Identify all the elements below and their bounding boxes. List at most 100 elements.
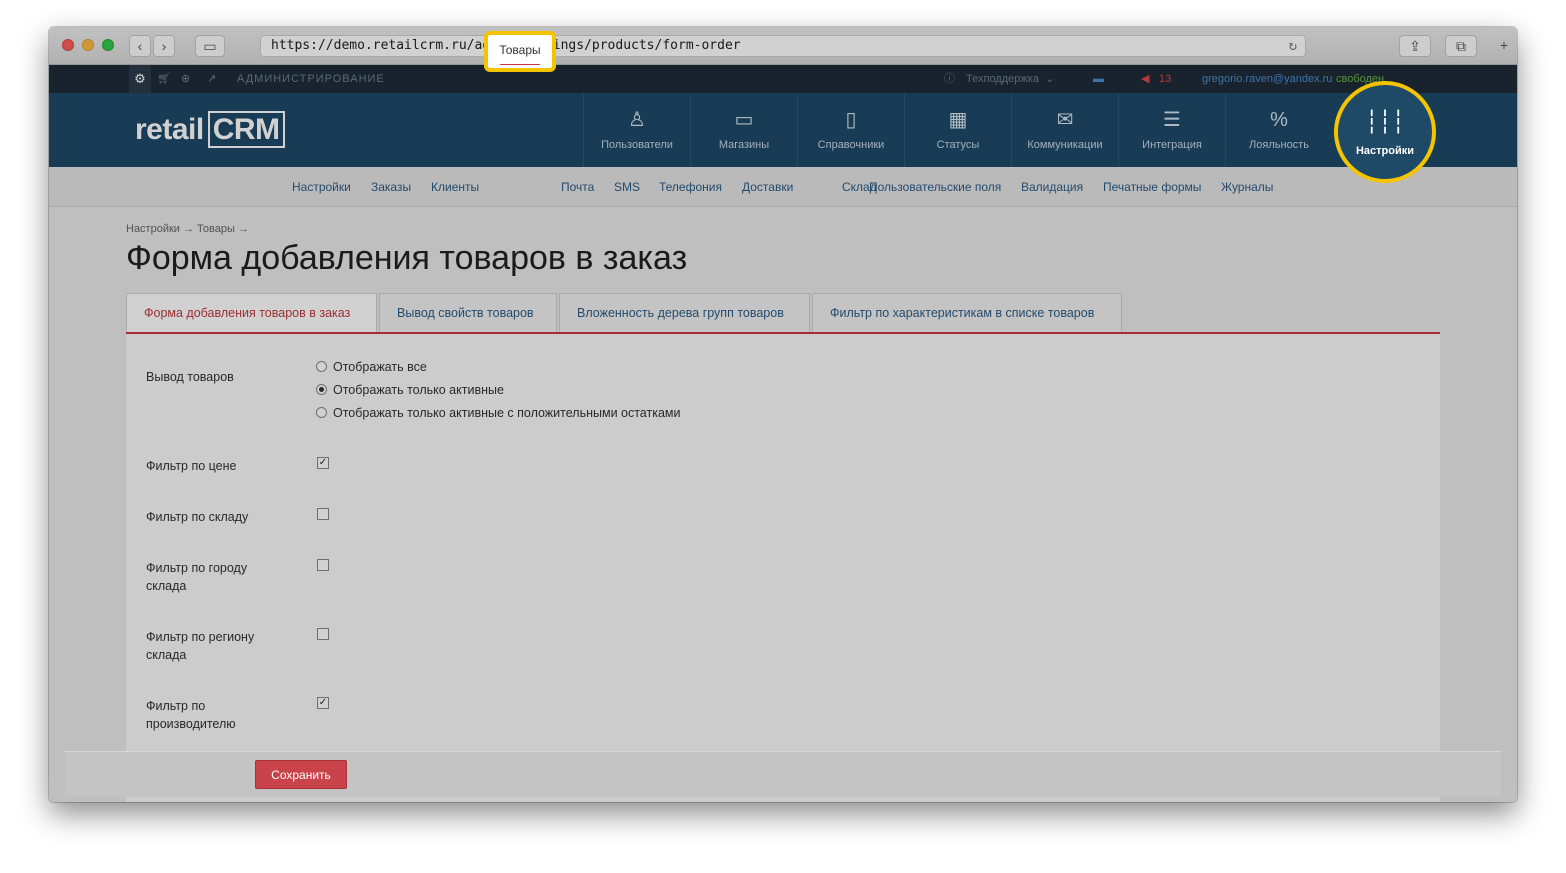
tabs-icon: ⧉ bbox=[1456, 38, 1466, 54]
share-icon: ⇪ bbox=[1409, 38, 1421, 54]
filter-warehouse-checkbox[interactable] bbox=[317, 508, 329, 520]
active-underline bbox=[500, 64, 540, 65]
forward-button[interactable]: › bbox=[153, 35, 175, 57]
filter-region-label: Фильтр по региону склада bbox=[146, 630, 255, 662]
page-content: Настройки → Товары → Форма добавления то… bbox=[49, 207, 1517, 802]
nav-label: Интеграция bbox=[1142, 139, 1202, 151]
nav-item-integration[interactable]: ☰ Интеграция bbox=[1118, 93, 1225, 167]
chevron-right-icon: › bbox=[161, 38, 167, 54]
chat-icon[interactable]: ▬ bbox=[1093, 65, 1104, 93]
radio-button[interactable] bbox=[316, 407, 327, 419]
lines-icon: ☰ bbox=[1163, 109, 1181, 131]
document-icon: ▯ bbox=[845, 109, 857, 131]
subnav-item-clients[interactable]: Клиенты bbox=[431, 180, 479, 194]
integration-icon[interactable]: ⊕ bbox=[181, 65, 190, 93]
nav-label: Магазины bbox=[718, 139, 770, 151]
subnav-item-products-label: Товары bbox=[499, 43, 541, 57]
grid-icon: ▦ bbox=[948, 109, 968, 131]
logo-crm: CRM bbox=[207, 111, 285, 148]
share-button[interactable]: ⇪ bbox=[1399, 35, 1431, 57]
save-button[interactable]: Сохранить bbox=[255, 760, 347, 789]
sidebar-icon: ▭ bbox=[203, 38, 217, 54]
radio-option-active[interactable]: Отображать только активные bbox=[316, 383, 504, 397]
admin-strip: ⚙ 🛒︎ ⊕ ↗ АДМИНИСТРИРОВАНИЕ ⓘ Техподдержк… bbox=[49, 65, 1517, 93]
subnav-item-print-forms[interactable]: Печатные формы bbox=[1103, 180, 1201, 194]
logo-text: retail bbox=[135, 113, 204, 146]
subnav-item-deliveries[interactable]: Доставки bbox=[742, 180, 793, 194]
tab-form-order[interactable]: Форма добавления товаров в заказ bbox=[126, 293, 377, 332]
page-title: Форма добавления товаров в заказ bbox=[126, 239, 688, 277]
subnav-item-telephony[interactable]: Телефония bbox=[659, 180, 722, 194]
subnav-item-mail[interactable]: Почта bbox=[561, 180, 594, 194]
filter-city-label: Фильтр по городу склада bbox=[146, 561, 248, 593]
radio-button-selected[interactable] bbox=[316, 384, 327, 396]
nav-item-communications[interactable]: ✉ Коммуникации bbox=[1011, 93, 1118, 167]
subnav-item-logs[interactable]: Журналы bbox=[1221, 180, 1273, 194]
subnav-item-orders[interactable]: Заказы bbox=[371, 180, 411, 194]
percent-icon: % bbox=[1270, 109, 1288, 131]
subnav-item-custom-fields[interactable]: Пользовательские поля bbox=[869, 180, 1001, 194]
subnav-item-sms[interactable]: SMS bbox=[614, 180, 640, 194]
subnav-item-settings[interactable]: Настройки bbox=[292, 180, 351, 194]
nav-item-users[interactable]: ♙ Пользователи bbox=[583, 93, 690, 167]
main-header: retail CRM ♙ Пользователи ▭ Магазины ▯ Сп… bbox=[49, 93, 1517, 167]
radio-label: Отображать только активные bbox=[333, 383, 504, 397]
form-panel: Вывод товаров Отображать все Отображать … bbox=[126, 334, 1440, 802]
subnav-item-products[interactable]: Товары bbox=[484, 31, 556, 72]
filter-manufacturer-checkbox[interactable]: ✓ bbox=[317, 697, 329, 709]
minimize-window-button[interactable] bbox=[82, 39, 94, 51]
radio-option-all[interactable]: Отображать все bbox=[316, 360, 427, 374]
tab-group-tree[interactable]: Вложенность дерева групп товаров bbox=[559, 293, 810, 332]
tabs-overview-button[interactable]: ⧉ bbox=[1445, 35, 1477, 57]
user-email[interactable]: gregorio.raven@yandex.ru bbox=[1202, 65, 1332, 93]
back-button[interactable]: ‹ bbox=[129, 35, 151, 57]
tab-product-properties[interactable]: Вывод свойств товаров bbox=[379, 293, 557, 332]
tab-characteristics-filter[interactable]: Фильтр по характеристикам в списке товар… bbox=[812, 293, 1122, 332]
radio-button[interactable] bbox=[316, 361, 327, 373]
nav-label: Настройки bbox=[1355, 145, 1415, 157]
breadcrumb[interactable]: Настройки → Товары → bbox=[126, 223, 249, 235]
zoom-window-button[interactable] bbox=[102, 39, 114, 51]
nav-item-settings[interactable]: ┆┆┆ Настройки bbox=[1334, 81, 1436, 183]
filter-price-label: Фильтр по цене bbox=[146, 459, 237, 473]
footer-bar: Сохранить bbox=[65, 751, 1501, 797]
chevron-down-icon[interactable]: ⌄ bbox=[1045, 65, 1054, 93]
sliders-icon: ┆┆┆ bbox=[1365, 109, 1405, 134]
filter-warehouse-label: Фильтр по складу bbox=[146, 510, 249, 524]
nav-item-loyalty[interactable]: % Лояльность bbox=[1225, 93, 1332, 167]
gear-icon[interactable]: ⚙ bbox=[129, 65, 151, 93]
user-icon: ♙ bbox=[628, 109, 646, 131]
analytics-icon[interactable]: ↗ bbox=[207, 65, 216, 93]
store-icon: ▭ bbox=[734, 109, 754, 131]
mail-icon: ✉ bbox=[1056, 109, 1074, 131]
help-icon: ⓘ bbox=[944, 73, 955, 85]
sidebar-button[interactable]: ▭ bbox=[195, 35, 225, 57]
new-tab-button[interactable]: + bbox=[1493, 35, 1515, 57]
filter-manufacturer-label: Фильтр по производителю bbox=[146, 699, 236, 731]
browser-window: ‹ › ▭ https://demo.retailcrm.ru/admin/se… bbox=[49, 27, 1517, 802]
cart-icon[interactable]: 🛒︎ bbox=[157, 65, 171, 93]
nav-item-statuses[interactable]: ▦ Статусы bbox=[904, 93, 1011, 167]
browser-toolbar: ‹ › ▭ https://demo.retailcrm.ru/admin/se… bbox=[49, 27, 1517, 65]
nav-label: Лояльность bbox=[1249, 139, 1309, 151]
filter-price-checkbox[interactable]: ✓ bbox=[317, 457, 329, 469]
logo[interactable]: retail CRM bbox=[135, 111, 285, 148]
nav-label: Справочники bbox=[817, 139, 885, 151]
notifications-count[interactable]: 13 bbox=[1159, 65, 1171, 93]
nav-label: Пользователи bbox=[601, 139, 673, 151]
nav-label: Коммуникации bbox=[1027, 139, 1103, 151]
address-bar[interactable]: https://demo.retailcrm.ru/admin/settings… bbox=[260, 35, 1306, 57]
radio-option-active-stock[interactable]: Отображать только активные с положительн… bbox=[316, 406, 680, 420]
reload-icon[interactable]: ↻ bbox=[1289, 36, 1297, 56]
nav-item-references[interactable]: ▯ Справочники bbox=[797, 93, 904, 167]
nav-item-stores[interactable]: ▭ Магазины bbox=[690, 93, 797, 167]
settings-subnav: Настройки Заказы Клиенты Почта SMS Телеф… bbox=[49, 167, 1517, 207]
plus-icon: + bbox=[1499, 37, 1509, 53]
filter-city-checkbox[interactable] bbox=[317, 559, 329, 571]
subnav-item-validation[interactable]: Валидация bbox=[1021, 180, 1083, 194]
filter-region-checkbox[interactable] bbox=[317, 628, 329, 640]
megaphone-icon[interactable]: ◀ bbox=[1141, 65, 1149, 93]
support-link[interactable]: Техподдержка bbox=[966, 65, 1039, 93]
admin-section-label: АДМИНИСТРИРОВАНИЕ bbox=[237, 73, 385, 85]
close-window-button[interactable] bbox=[62, 39, 74, 51]
